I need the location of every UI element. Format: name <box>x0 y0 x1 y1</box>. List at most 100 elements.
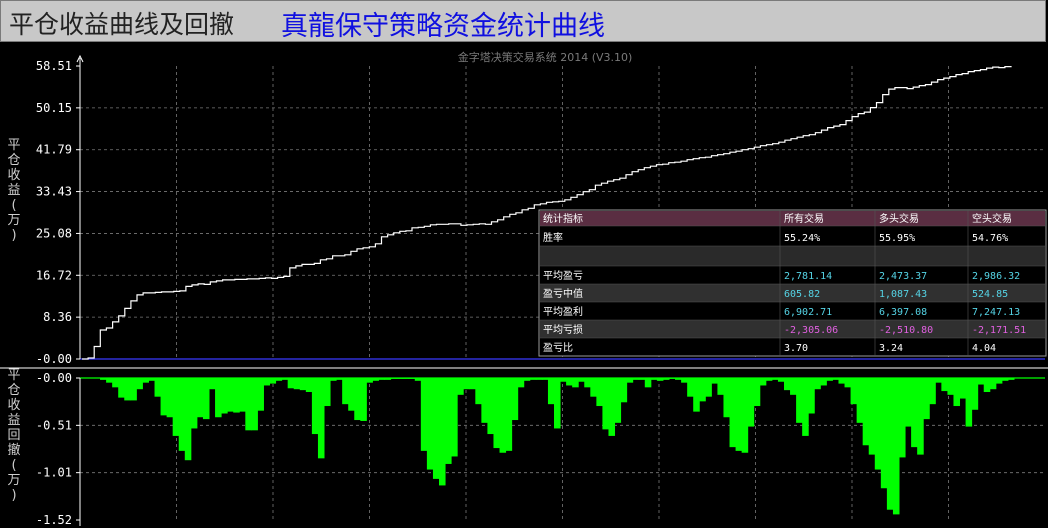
stats-value-cell: -2,171.51 <box>972 325 1026 336</box>
stats-value-cell: 3.70 <box>784 343 808 354</box>
stats-value-cell: 2,986.32 <box>972 271 1020 282</box>
drawdown-bar <box>620 378 628 403</box>
drawdown-bar <box>251 378 258 431</box>
stats-value-cell: -2,305.06 <box>784 325 838 336</box>
drawdown-bar <box>644 378 652 388</box>
drawdown-bar <box>892 378 900 515</box>
drawdown-bar <box>917 378 924 455</box>
chart-title: 金字塔决策交易系统 2014 (V3.10) <box>458 50 633 64</box>
drawdown-bar <box>693 378 700 412</box>
drawdown-bar <box>348 378 355 411</box>
y-tick-label: -1.52 <box>36 513 72 527</box>
stats-value-cell: 55.95% <box>879 233 915 244</box>
drawdown-bar <box>142 378 149 383</box>
drawdown-bar <box>608 378 616 436</box>
drawdown-bar <box>741 378 749 453</box>
drawdown-bar <box>547 378 555 405</box>
drawdown-bar <box>753 378 761 407</box>
y-tick-label: 8.36 <box>43 310 72 324</box>
drawdown-bar <box>172 378 180 436</box>
drawdown-bar <box>965 378 973 427</box>
drawdown-bar <box>681 378 688 383</box>
drawdown-bar <box>517 378 525 388</box>
drawdown-bar <box>511 378 519 421</box>
y-tick-label: -1.01 <box>36 466 72 480</box>
drawdown-bar <box>572 378 579 388</box>
drawdown-bar <box>245 378 252 431</box>
drawdown-bar <box>959 378 967 399</box>
drawdown-y-axis-label: 平仓收益回撤(万) <box>7 368 20 503</box>
y-tick-label: -0.51 <box>36 418 72 432</box>
drawdown-bar <box>905 378 912 427</box>
drawdown-bar <box>820 378 827 386</box>
drawdown-bar <box>808 378 815 414</box>
drawdown-bar <box>299 378 307 391</box>
stats-value-cell: 6,902.71 <box>784 307 832 318</box>
stats-value-cell: 2,781.14 <box>784 271 832 282</box>
drawdown-bar <box>305 378 313 393</box>
stats-row-label: 平均亏损 <box>543 323 583 336</box>
drawdown-bar <box>850 378 858 405</box>
y-tick-label: -0.00 <box>36 371 72 385</box>
drawdown-bar <box>711 378 718 384</box>
stats-value-cell: 2,473.37 <box>879 271 927 282</box>
title-bar: 平仓收益曲线及回撤 真龍保守策略资金统计曲线 <box>0 0 1046 42</box>
drawdown-bar <box>257 378 264 411</box>
y-tick-label: 25.08 <box>36 226 72 240</box>
drawdown-bar <box>735 378 743 451</box>
stats-header-cell: 多头交易 <box>879 212 919 225</box>
drawdown-bar <box>209 378 216 390</box>
drawdown-bar <box>354 378 361 421</box>
drawdown-bar <box>554 378 561 429</box>
stats-value-cell: 4.04 <box>972 343 996 354</box>
drawdown-bar <box>838 378 846 384</box>
drawdown-bar <box>184 378 192 461</box>
y-tick-label: 58.51 <box>36 59 72 73</box>
drawdown-bar <box>856 378 864 423</box>
drawdown-bar <box>202 378 210 420</box>
stats-header-cell: 统计指标 <box>543 212 583 225</box>
drawdown-bar <box>130 378 137 401</box>
drawdown-bar <box>995 378 1003 384</box>
drawdown-bar <box>814 378 821 390</box>
drawdown-bar <box>324 378 331 407</box>
drawdown-bar <box>953 378 961 407</box>
drawdown-bar <box>923 378 930 420</box>
drawdown-bar <box>505 378 513 451</box>
drawdown-bar <box>566 378 573 386</box>
drawdown-bar <box>971 378 979 410</box>
drawdown-bar <box>118 378 125 398</box>
drawdown-bar <box>475 378 482 405</box>
drawdown-bar <box>136 378 143 390</box>
drawdown-bar <box>215 378 222 418</box>
drawdown-bar <box>293 378 301 390</box>
drawdown-bar <box>989 378 997 390</box>
drawdown-bar <box>457 378 464 395</box>
stats-row-bg <box>540 246 1045 266</box>
drawdown-bar <box>239 378 246 412</box>
page-title: 平仓收益曲线及回撤 <box>9 10 235 39</box>
drawdown-bar <box>802 378 809 436</box>
stats-value-cell: 55.24% <box>784 233 820 244</box>
equity-y-axis-label: 平仓收益(万) <box>7 138 20 243</box>
stats-value-cell: 6,397.08 <box>879 307 927 318</box>
drawdown-bar <box>935 378 942 383</box>
stats-value-cell: -2,510.80 <box>879 325 933 336</box>
stats-value-cell: 1,087.43 <box>879 289 927 300</box>
drawdown-bar <box>269 378 277 384</box>
drawdown-bar <box>311 378 319 435</box>
stats-row-label: 平均盈亏 <box>543 270 583 282</box>
drawdown-bar <box>844 378 852 388</box>
drawdown-bar <box>487 378 494 435</box>
drawdown-bar <box>287 378 295 389</box>
drawdown-bar <box>929 378 936 405</box>
drawdown-bar <box>729 378 737 448</box>
drawdown-bar <box>426 378 434 470</box>
drawdown-bar <box>584 378 591 388</box>
drawdown-bar <box>499 378 507 453</box>
drawdown-bar <box>439 378 446 486</box>
drawdown-bar <box>947 378 954 395</box>
drawdown-bar <box>790 378 797 395</box>
drawdown-bar <box>705 378 712 397</box>
drawdown-bar <box>124 378 131 401</box>
